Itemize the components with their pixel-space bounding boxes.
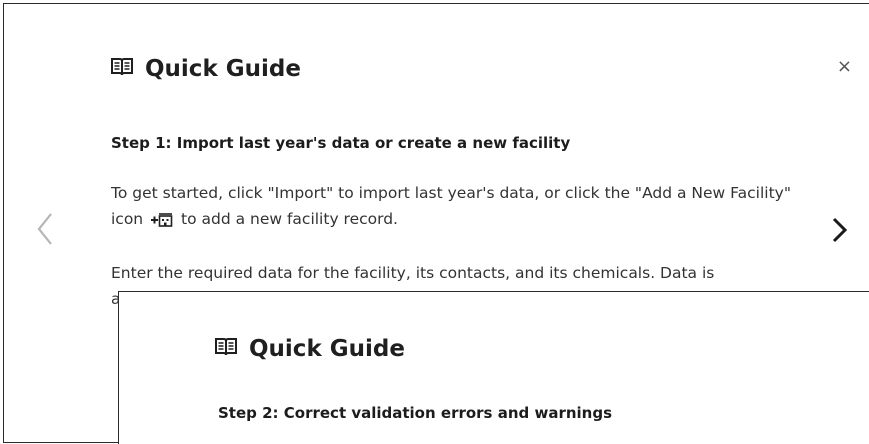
close-icon[interactable]: × — [837, 56, 852, 77]
add-facility-icon — [151, 212, 173, 228]
modal-header: Quick Guide — [215, 336, 405, 362]
step-description-part-2: to add a new facility record. — [176, 210, 398, 228]
chevron-right-icon[interactable] — [830, 217, 848, 247]
step-description: To get started, click "Import" to import… — [111, 180, 801, 232]
step-title: Step 2: Correct validation errors and wa… — [218, 404, 613, 422]
quick-guide-modal-step-2: Quick Guide Step 2: Correct validation e… — [118, 291, 869, 444]
modal-title: Quick Guide — [249, 336, 405, 362]
book-icon — [215, 337, 237, 361]
modal-header: Quick Guide — [111, 56, 301, 82]
chevron-left-icon[interactable] — [36, 212, 54, 250]
step-title: Step 1: Import last year's data or creat… — [111, 134, 571, 152]
book-icon — [111, 57, 133, 81]
modal-title: Quick Guide — [145, 56, 301, 82]
